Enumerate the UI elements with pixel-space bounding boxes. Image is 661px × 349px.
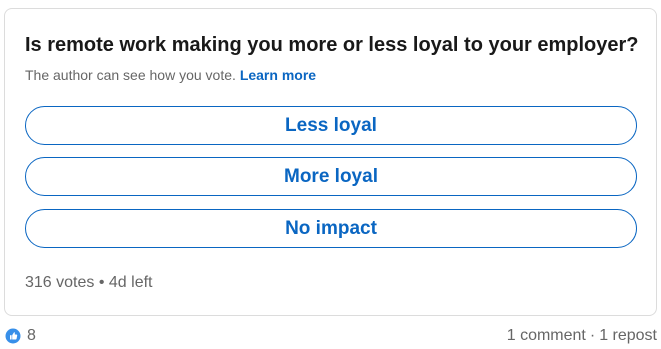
comments-link[interactable]: 1 comment (507, 327, 586, 345)
poll-option-label: More loyal (284, 165, 378, 187)
poll-option-more-loyal[interactable]: More loyal (25, 157, 637, 196)
engagement-separator: · (589, 327, 596, 344)
like-icon (5, 328, 21, 344)
meta-separator: • (98, 274, 105, 291)
poll-question: Is remote work making you more or less l… (25, 34, 639, 56)
reposts-link[interactable]: 1 repost (599, 327, 657, 345)
poll-option-label: No impact (285, 217, 377, 239)
poll-option-less-loyal[interactable]: Less loyal (25, 106, 637, 145)
social-counts-bar: 8 1 comment · 1 repost (5, 325, 657, 347)
learn-more-link[interactable]: Learn more (240, 67, 316, 83)
engagement-links: 1 comment · 1 repost (507, 327, 657, 345)
poll-privacy-note: The author can see how you vote. Learn m… (25, 67, 316, 83)
poll-card: Is remote work making you more or less l… (4, 8, 657, 316)
poll-privacy-text: The author can see how you vote. (25, 67, 236, 83)
poll-meta: 316 votes • 4d left (25, 274, 153, 292)
reactions-summary[interactable]: 8 (5, 327, 36, 345)
time-left: 4d left (108, 274, 153, 291)
poll-option-label: Less loyal (285, 114, 377, 136)
reaction-count: 8 (27, 327, 36, 344)
vote-count: 316 votes (25, 274, 95, 291)
poll-option-no-impact[interactable]: No impact (25, 209, 637, 248)
